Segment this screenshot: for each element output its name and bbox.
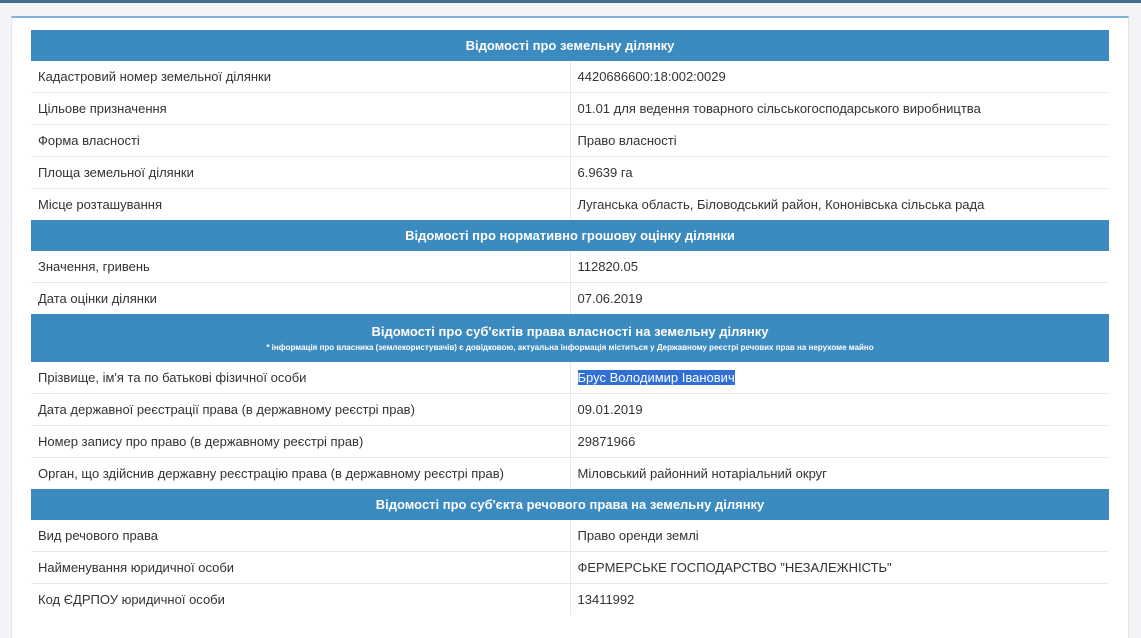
table-row: Орган, що здійснив державну реєстрацію п… [31, 457, 1109, 489]
table-row: Форма власності Право власності [31, 124, 1109, 157]
table-row: Місце розташування Луганська область, Бі… [31, 188, 1109, 220]
row-value: 01.01 для ведення товарного сільськогосп… [570, 92, 1109, 125]
table-row: Найменування юридичної особи ФЕРМЕРСЬКЕ … [31, 551, 1109, 584]
section-title: Відомості про земельну ділянку [31, 30, 1109, 61]
row-label: Дата оцінки ділянки [31, 282, 571, 314]
row-label: Номер запису про право (в державному реє… [31, 425, 571, 458]
row-value: 13411992 [570, 583, 1109, 615]
row-value: 09.01.2019 [570, 393, 1109, 426]
row-value: Міловський районний нотаріальний округ [570, 457, 1109, 489]
table-row: Номер запису про право (в державному реє… [31, 425, 1109, 458]
row-value: 4420686600:18:002:0029 [577, 69, 726, 84]
table-row: Цільове призначення 01.01 для ведення то… [31, 92, 1109, 125]
row-label: Дата державної реєстрації права (в держа… [31, 393, 571, 426]
table-row: Значення, гривень 112820.05 [31, 251, 1109, 283]
section-note: * інформація про власника (землекористув… [266, 343, 874, 352]
table-row: Площа земельної ділянки 6.9639 га [31, 156, 1109, 189]
selected-text[interactable]: Брус Володимир Іванович [577, 370, 735, 385]
row-label: Кадастровий номер земельної ділянки [31, 61, 571, 93]
row-label: Прізвище, ім'я та по батькові фізичної о… [31, 362, 571, 394]
row-value: ФЕРМЕРСЬКЕ ГОСПОДАРСТВО "НЕЗАЛЕЖНІСТЬ" [570, 551, 1109, 584]
table-row: Вид речового права Право оренди землі [31, 520, 1109, 552]
section-title: Відомості про нормативно грошову оцінку … [31, 220, 1109, 251]
row-value: Луганська область, Біловодський район, К… [570, 188, 1109, 220]
section-header-tenant: Відомості про суб'єкта речового права на… [31, 489, 1109, 520]
section-title: Відомості про суб'єкта речового права на… [31, 489, 1109, 520]
table-row: Кадастровий номер земельної ділянки 4420… [31, 61, 1109, 93]
row-value: Право оренди землі [577, 528, 699, 543]
row-value: 07.06.2019 [570, 282, 1109, 314]
table-row: Прізвище, ім'я та по батькові фізичної о… [31, 362, 1109, 394]
land-info-table: Відомості про земельну ділянку Кадастров… [31, 30, 1109, 615]
row-label: Цільове призначення [31, 92, 571, 125]
table-row: Дата оцінки ділянки 07.06.2019 [31, 282, 1109, 314]
row-label: Код ЄДРПОУ юридичної особи [31, 583, 571, 615]
row-label: Вид речового права [31, 520, 571, 552]
row-label: Форма власності [31, 124, 571, 157]
table-row: Дата державної реєстрації права (в держа… [31, 393, 1109, 426]
row-label: Площа земельної ділянки [31, 156, 571, 189]
row-label: Найменування юридичної особи [31, 551, 571, 584]
row-label: Місце розташування [31, 188, 571, 220]
row-label: Орган, що здійснив державну реєстрацію п… [31, 457, 571, 489]
row-value: 6.9639 га [570, 156, 1109, 189]
top-bar [0, 0, 1141, 3]
row-label: Значення, гривень [31, 251, 571, 283]
section-title: Відомості про суб'єктів права власності … [371, 324, 769, 339]
section-header-owners: Відомості про суб'єктів права власності … [31, 314, 1109, 362]
row-value: 29871966 [570, 425, 1109, 458]
table-row: Код ЄДРПОУ юридичної особи 13411992 [31, 583, 1109, 615]
section-header-valuation: Відомості про нормативно грошову оцінку … [31, 220, 1109, 251]
row-value: Брус Володимир Іванович [570, 362, 1109, 394]
info-panel: Відомості про земельну ділянку Кадастров… [11, 16, 1129, 638]
row-value: 112820.05 [577, 259, 639, 274]
section-header-land: Відомості про земельну ділянку [31, 30, 1109, 61]
row-value: Право власності [570, 124, 1109, 157]
